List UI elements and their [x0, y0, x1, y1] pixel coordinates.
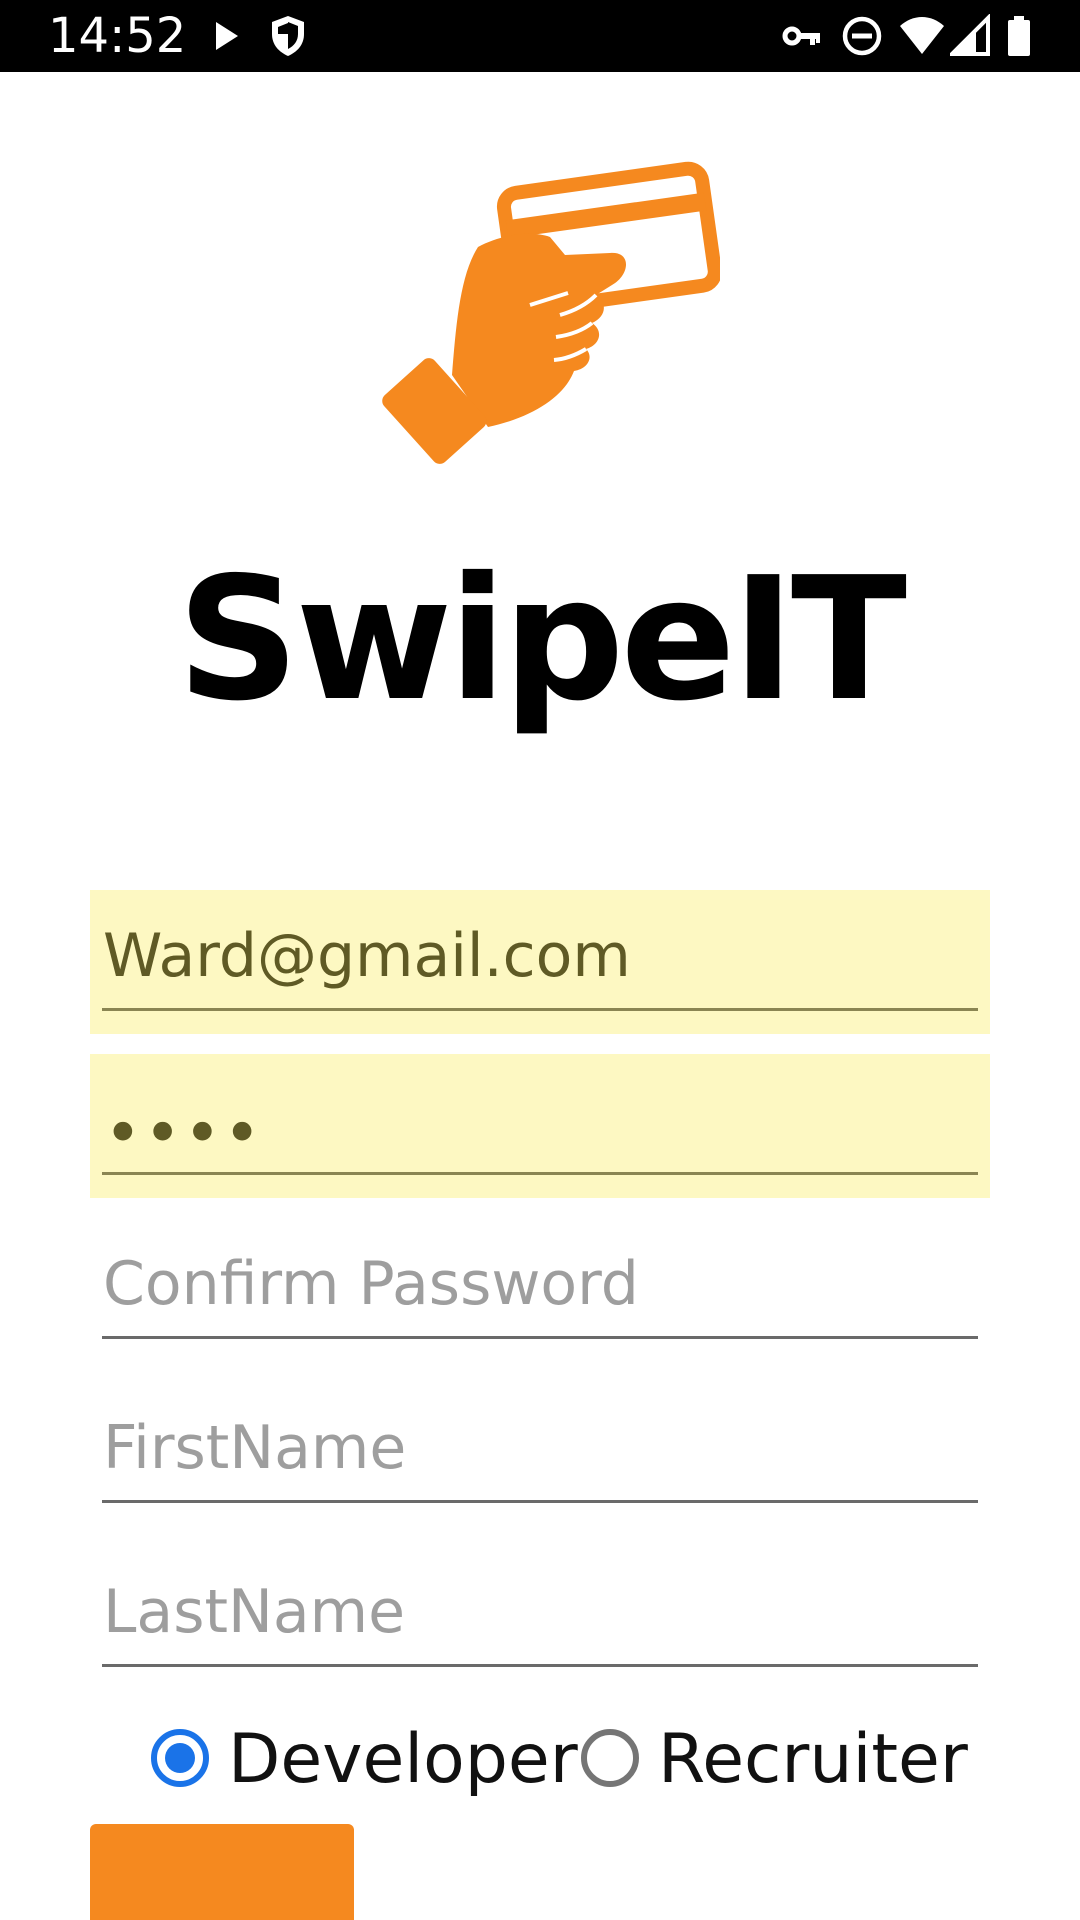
vpn-key-icon	[782, 26, 820, 46]
email-underline	[102, 1008, 978, 1011]
confirm-password-underline	[102, 1336, 978, 1339]
lastname-underline	[102, 1664, 978, 1667]
radio-developer-label: Developer	[228, 1720, 578, 1799]
register-button[interactable]	[90, 1824, 354, 1920]
email-value: Ward@gmail.com	[103, 921, 631, 991]
lastname-placeholder: LastName	[103, 1577, 405, 1647]
radio-unchecked-icon	[581, 1729, 639, 1787]
status-bar: 14:52	[0, 0, 1080, 72]
password-mask: ••••	[104, 1097, 263, 1171]
wifi-icon	[900, 17, 944, 54]
play-icon	[216, 22, 238, 50]
email-field[interactable]: Ward@gmail.com	[90, 890, 990, 1034]
cell-signal-icon	[950, 14, 990, 56]
do-not-disturb-icon	[842, 16, 882, 56]
confirm-password-placeholder: Confirm Password	[103, 1249, 639, 1319]
lastname-field[interactable]: LastName	[90, 1546, 990, 1690]
firstname-placeholder: FirstName	[103, 1413, 407, 1483]
status-time: 14:52	[48, 8, 187, 64]
radio-recruiter-label: Recruiter	[658, 1720, 968, 1799]
hand-holding-card-icon	[382, 161, 720, 464]
password-underline	[102, 1172, 978, 1175]
firstname-field[interactable]: FirstName	[90, 1382, 990, 1526]
password-field[interactable]: ••••	[90, 1054, 990, 1198]
firstname-underline	[102, 1500, 978, 1503]
confirm-password-field[interactable]: Confirm Password	[90, 1218, 990, 1362]
shield-icon	[272, 16, 304, 56]
radio-checked-icon	[151, 1729, 209, 1787]
battery-icon	[1008, 16, 1030, 56]
role-radio-group: Developer Recruiter	[150, 1720, 1010, 1800]
app-title: SwipeIT	[177, 541, 907, 739]
